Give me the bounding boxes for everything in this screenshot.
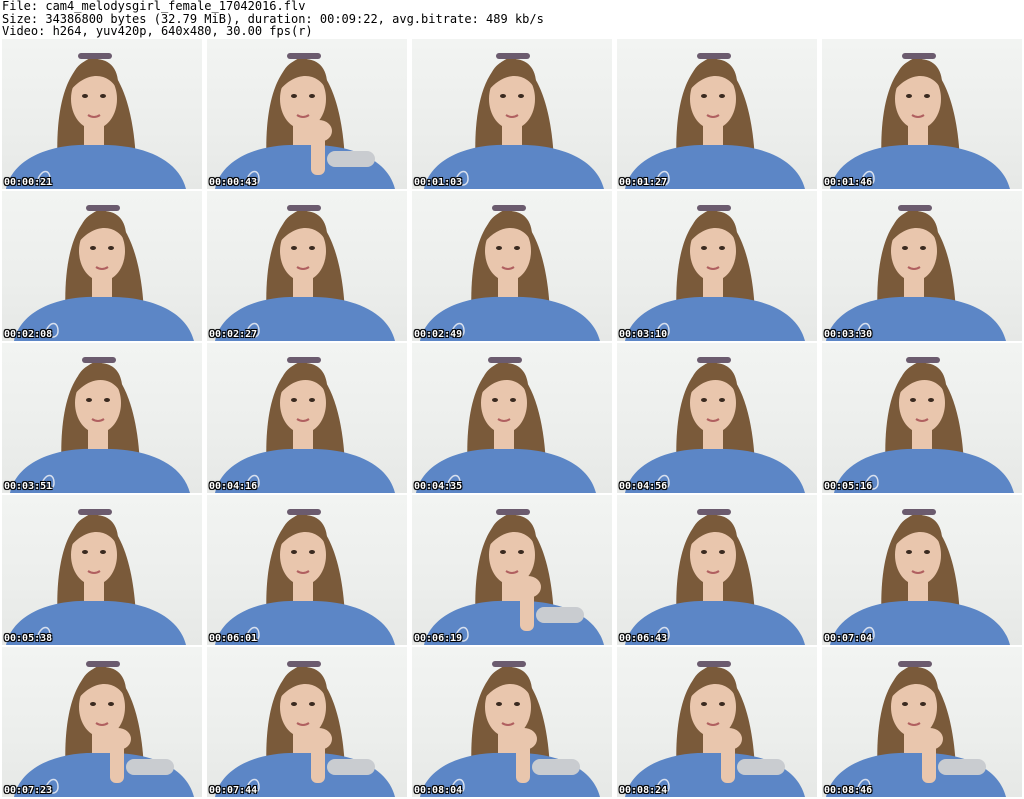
video-thumbnail: 00:07:44 [207,647,407,797]
thumbnail-grid: 00:00:21 00:00:43 00:01:03 00:01:27 00:01:46… [2,39,1022,797]
thumbnail-timestamp: 00:02:49 [414,329,463,340]
video-thumbnail: 00:07:04 [822,495,1022,645]
thumbnail-frame-image [14,205,194,341]
video-thumbnail: 00:05:38 [2,495,202,645]
thumbnail-frame-image [826,661,1006,797]
video-thumbnail: 00:08:04 [412,647,612,797]
video-thumbnail: 00:04:56 [617,343,817,493]
video-thumbnail: 00:06:01 [207,495,407,645]
file-name-line: File: cam4_melodysgirl_female_17042016.f… [2,0,306,13]
thumbnail-timestamp: 00:02:27 [209,329,258,340]
video-thumbnail: 00:07:23 [2,647,202,797]
thumbnail-frame-image [424,53,604,189]
thumbnail-timestamp: 00:07:23 [4,785,53,796]
thumbnail-frame-image [830,509,1010,645]
video-thumbnail: 00:03:30 [822,191,1022,341]
thumbnail-timestamp: 00:02:08 [4,329,53,340]
thumbnail-timestamp: 00:04:35 [414,481,463,492]
video-thumbnail: 00:03:10 [617,191,817,341]
thumbnail-frame-image [424,509,604,645]
thumbnail-frame-image [416,357,596,493]
thumbnail-frame-image [625,205,805,341]
thumbnail-timestamp: 00:03:10 [619,329,668,340]
thumbnail-frame-image [215,509,395,645]
thumbnail-timestamp: 00:06:19 [414,633,463,644]
thumbnail-frame-image [625,509,805,645]
video-thumbnail: 00:03:51 [2,343,202,493]
thumbnail-timestamp: 00:06:43 [619,633,668,644]
thumbnail-timestamp: 00:04:56 [619,481,668,492]
thumbnail-timestamp: 00:04:16 [209,481,258,492]
video-info-line: Video: h264, yuv420p, 640x480, 30.00 fps… [2,24,313,38]
thumbnail-frame-image [10,357,190,493]
thumbnail-timestamp: 00:05:38 [4,633,53,644]
video-thumbnail: 00:01:03 [412,39,612,189]
thumbnail-frame-image [830,53,1010,189]
thumbnail-timestamp: 00:03:51 [4,481,53,492]
thumbnail-timestamp: 00:08:24 [619,785,668,796]
thumbnail-timestamp: 00:00:21 [4,177,53,188]
thumbnail-frame-image [826,205,1006,341]
thumbnail-frame-image [6,53,186,189]
thumbnail-timestamp: 00:03:30 [824,329,873,340]
thumbnail-timestamp: 00:06:01 [209,633,258,644]
video-thumbnail: 00:01:46 [822,39,1022,189]
video-thumbnail: 00:00:43 [207,39,407,189]
video-thumbnail: 00:02:49 [412,191,612,341]
video-thumbnail: 00:02:27 [207,191,407,341]
thumbnail-frame-image [625,661,805,797]
thumbnail-frame-image [215,205,395,341]
thumbnail-timestamp: 00:07:04 [824,633,873,644]
thumbnail-frame-image [625,53,805,189]
video-thumbnail: 00:06:43 [617,495,817,645]
video-thumbnail: 00:08:46 [822,647,1022,797]
thumbnail-frame-image [215,357,395,493]
thumbnail-frame-image [14,661,194,797]
video-thumbnail: 00:08:24 [617,647,817,797]
thumbnail-frame-image [834,357,1014,493]
video-thumbnail: 00:00:21 [2,39,202,189]
thumbnail-frame-image [420,205,600,341]
thumbnail-frame-image [6,509,186,645]
thumbnail-timestamp: 00:01:46 [824,177,873,188]
thumbnail-frame-image [420,661,600,797]
thumbnail-timestamp: 00:01:03 [414,177,463,188]
thumbnail-timestamp: 00:01:27 [619,177,668,188]
video-thumbnail: 00:01:27 [617,39,817,189]
thumbnail-frame-image [625,357,805,493]
video-thumbnail: 00:06:19 [412,495,612,645]
thumbnail-timestamp: 00:07:44 [209,785,258,796]
thumbnail-timestamp: 00:00:43 [209,177,258,188]
file-info-header: File: cam4_melodysgirl_female_17042016.f… [2,0,1022,38]
video-thumbnail: 00:04:16 [207,343,407,493]
thumbnail-timestamp: 00:08:04 [414,785,463,796]
video-thumbnail: 00:02:08 [2,191,202,341]
thumbnail-frame-image [215,53,395,189]
video-thumbnail: 00:04:35 [412,343,612,493]
video-thumbnail: 00:05:16 [822,343,1022,493]
thumbnail-timestamp: 00:05:16 [824,481,873,492]
thumbnail-timestamp: 00:08:46 [824,785,873,796]
thumbnail-frame-image [215,661,395,797]
